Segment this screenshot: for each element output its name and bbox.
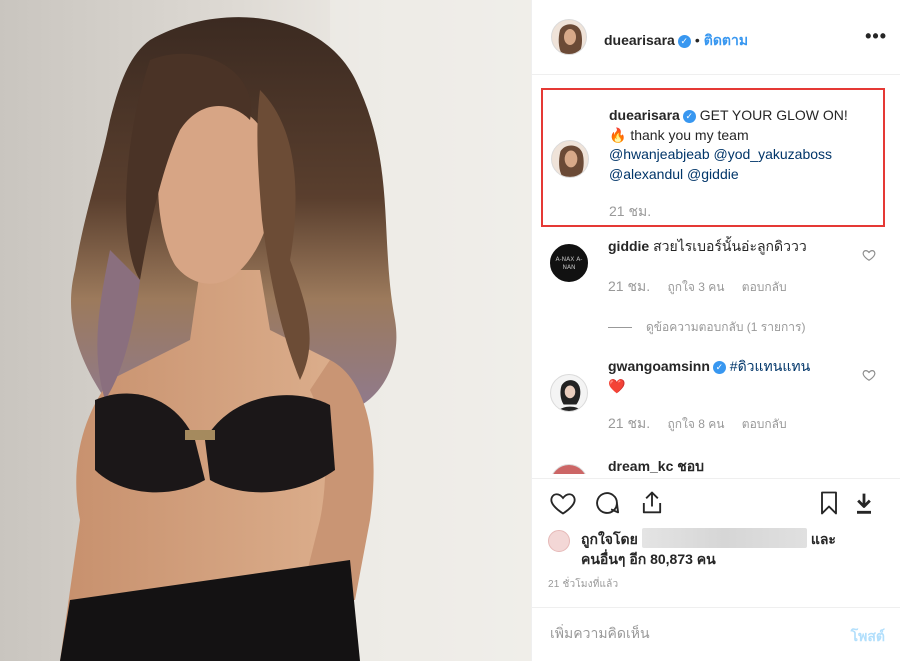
others-count-link[interactable]: คนอื่นๆ อีก 80,873 คน — [581, 551, 716, 567]
post-photo — [0, 0, 531, 661]
mention-link[interactable]: @giddie — [687, 166, 739, 182]
comment-avatar[interactable] — [550, 374, 588, 412]
reply-button[interactable]: ตอบกลับ — [742, 417, 787, 431]
comment-username[interactable]: gwangoamsinn — [608, 358, 710, 374]
caption-time[interactable]: 21 ชม. — [609, 201, 651, 223]
mention-link[interactable]: @hwanjeabjeab — [609, 146, 710, 162]
comment-text: สวยไรเบอร์นั้นอ่ะลูกดิววว — [653, 238, 807, 254]
caption-line2: thank you my team — [630, 126, 749, 143]
comment-avatar[interactable]: A-NAX A-NAN — [550, 244, 588, 282]
caption-highlight: duearisara ✓ GET YOUR GLOW ON! 🔥 thank yo… — [541, 88, 885, 227]
mention-link[interactable]: @yod_yakuzaboss — [714, 146, 833, 162]
verified-badge-icon: ✓ — [712, 361, 726, 374]
comment-meta: 21 ชม. ถูกใจ 3 คน ตอบกลับ — [608, 276, 801, 298]
comment-input[interactable] — [548, 624, 822, 642]
comment-body: giddie สวยไรเบอร์นั้นอ่ะลูกดิววว — [608, 236, 858, 256]
comment-likes[interactable]: ถูกใจ 8 คน — [667, 417, 724, 431]
more-options-icon[interactable]: ••• — [865, 26, 887, 47]
comment-avatar[interactable] — [550, 464, 588, 474]
caption-username[interactable]: duearisara — [609, 107, 680, 123]
like-comment-heart-icon[interactable] — [862, 368, 876, 382]
comment-item: dream_kc ชอบ — [550, 456, 890, 474]
comment-time[interactable]: 21 ชม. — [608, 415, 650, 431]
photo-illustration — [60, 0, 531, 661]
header-user-line: duearisara ✓ • ติดตาม — [604, 30, 748, 52]
likes-text: ถูกใจโดย และ คนอื่นๆ อีก 80,873 คน — [581, 528, 851, 569]
view-replies-label: ดูข้อความตอบกลับ (1 รายการ) — [646, 320, 806, 334]
view-replies-link[interactable]: ดูข้อความตอบกลับ (1 รายการ) — [608, 318, 805, 337]
caption-line1: GET YOUR GLOW ON! — [699, 107, 848, 123]
reply-button[interactable]: ตอบกลับ — [742, 280, 787, 294]
download-icon[interactable] — [850, 489, 878, 517]
and-label: และ — [810, 531, 836, 547]
verified-badge-icon: ✓ — [682, 110, 696, 123]
avatar-logo-text: A-NAX A-NAN — [555, 256, 583, 271]
caption-text: duearisara ✓ GET YOUR GLOW ON! 🔥 thank yo… — [609, 106, 877, 184]
comment-username[interactable]: giddie — [608, 238, 649, 254]
replies-line — [608, 327, 632, 329]
comment-item: A-NAX A-NAN giddie สวยไรเบอร์นั้นอ่ะลูกด… — [550, 236, 890, 306]
liked-by-label: ถูกใจโดย — [581, 531, 638, 547]
blurred-username — [641, 528, 807, 548]
avatar-image — [552, 20, 586, 54]
fire-emoji-icon: 🔥 — [609, 126, 627, 143]
comment-body: gwangoamsinn ✓ #ดิวแทนแทน ❤️ — [608, 356, 858, 396]
post-header: duearisara ✓ • ติดตาม ••• — [532, 0, 900, 75]
follow-button[interactable]: ติดตาม — [704, 32, 748, 48]
comment-username[interactable]: dream_kc ชอบ — [608, 458, 704, 474]
verified-badge-icon: ✓ — [677, 35, 691, 48]
post-comment-button[interactable]: โพสต์ — [851, 626, 885, 648]
author-avatar[interactable] — [551, 19, 587, 55]
caption-avatar[interactable] — [551, 140, 589, 178]
author-username[interactable]: duearisara — [604, 32, 675, 48]
post-side-panel: duearisara ✓ • ติดตาม ••• duearisara ✓ GET Y… — [531, 0, 900, 661]
avatar-image — [552, 141, 588, 177]
separator-dot: • — [694, 32, 700, 48]
comment-body: dream_kc ชอบ — [608, 456, 858, 474]
comment-meta: 21 ชม. ถูกใจ 8 คน ตอบกลับ — [608, 413, 801, 435]
comment-bubble-icon[interactable] — [593, 489, 621, 517]
like-heart-icon[interactable] — [549, 489, 577, 517]
post-timestamp[interactable]: 21 ชั่วโมงที่แล้ว — [548, 577, 618, 592]
liker-avatar[interactable] — [548, 530, 570, 552]
action-bar — [532, 478, 900, 528]
bookmark-icon[interactable] — [815, 489, 843, 517]
add-comment-bar: โพสต์ — [532, 607, 900, 661]
comment-time[interactable]: 21 ชม. — [608, 278, 650, 294]
mention-link[interactable]: @alexandul — [609, 166, 683, 182]
hashtag-link[interactable]: #ดิวแทนแทน — [730, 358, 810, 374]
red-heart-emoji-icon: ❤️ — [608, 378, 626, 394]
share-icon[interactable] — [638, 489, 666, 517]
comment-item: gwangoamsinn ✓ #ดิวแทนแทน ❤️ 21 ชม. ถูกใจ… — [550, 356, 890, 436]
avatar-image — [551, 375, 587, 411]
like-comment-heart-icon[interactable] — [862, 248, 876, 262]
comment-likes[interactable]: ถูกใจ 3 คน — [667, 280, 724, 294]
